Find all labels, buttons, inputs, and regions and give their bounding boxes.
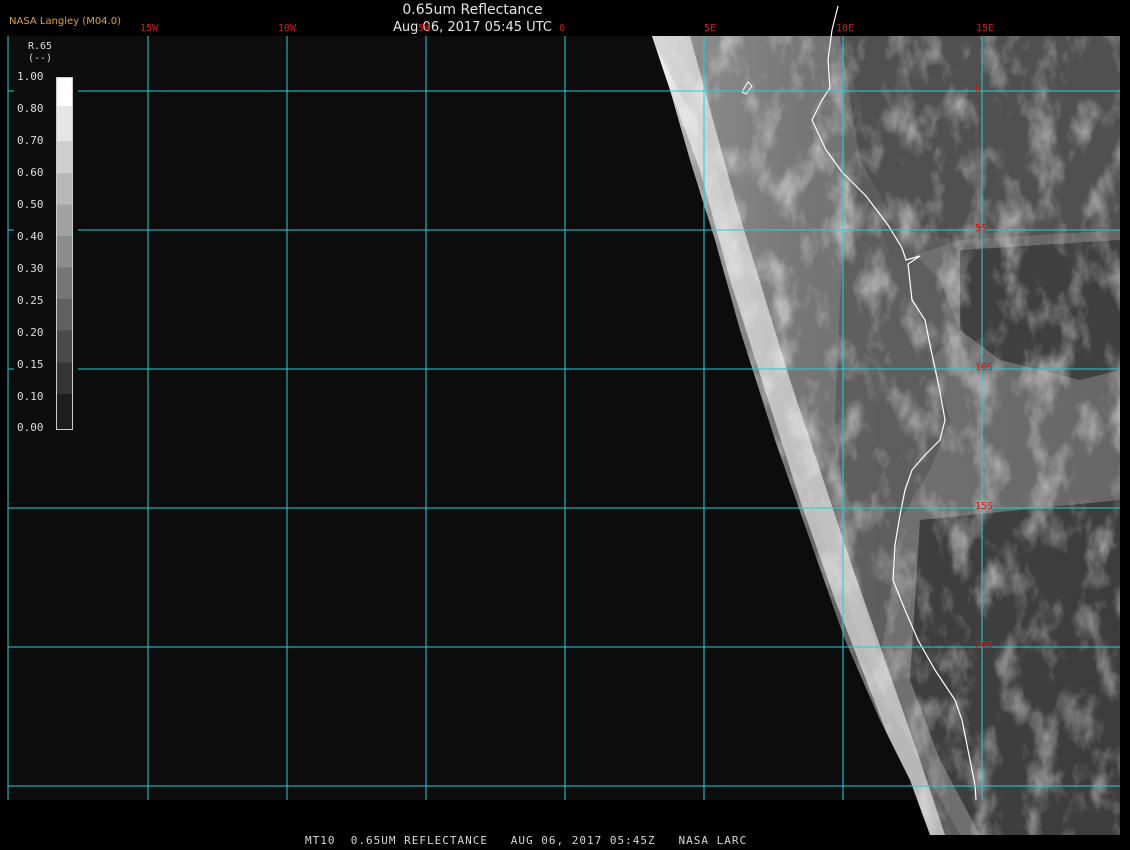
lat-label-0: 0	[975, 84, 982, 95]
legend-unit: (--)	[27, 53, 53, 64]
lon-label-10w: 10W	[278, 23, 297, 34]
lat-label-15s: 15S	[975, 501, 994, 512]
lon-label-15w: 15W	[140, 23, 159, 34]
lat-label-5s: 5S	[975, 223, 988, 234]
lon-label-5e: 5E	[704, 23, 717, 34]
legend-tick: 0.20	[17, 326, 44, 339]
legend-tick: 0.25	[17, 294, 44, 307]
legend-tick: 0.50	[17, 198, 44, 211]
legend-tick: 0.30	[17, 262, 44, 275]
legend-tick: 0.80	[17, 102, 44, 115]
legend-color-ramp	[56, 77, 73, 430]
lon-label-5w: 5W	[418, 23, 431, 34]
map-title: 0.65um Reflectance	[402, 2, 543, 18]
lat-label-20s: 20S	[975, 640, 994, 651]
legend-tick: 0.00	[17, 421, 44, 434]
legend-tick: 0.70	[17, 134, 44, 147]
legend-tick: 1.00	[17, 70, 44, 83]
satellite-map	[0, 0, 1130, 850]
legend-title: R.65	[27, 41, 53, 52]
color-legend: R.65 (--) 1.00 0.80 0.70 0.60 0.50 0.40 …	[14, 38, 78, 441]
legend-tick: 0.15	[17, 358, 44, 371]
legend-tick: 0.60	[17, 166, 44, 179]
legend-tick: 0.10	[17, 390, 44, 403]
lat-label-10s: 10S	[975, 362, 994, 373]
lon-label-15e: 15E	[976, 23, 995, 34]
footer-caption: MT10 0.65UM REFLECTANCE AUG 06, 2017 05:…	[305, 834, 748, 847]
lon-label-0: 0	[559, 23, 566, 34]
lon-label-10e: 10E	[836, 23, 855, 34]
legend-tick: 0.40	[17, 230, 44, 243]
provider-label: NASA Langley (M04.0)	[9, 16, 121, 27]
